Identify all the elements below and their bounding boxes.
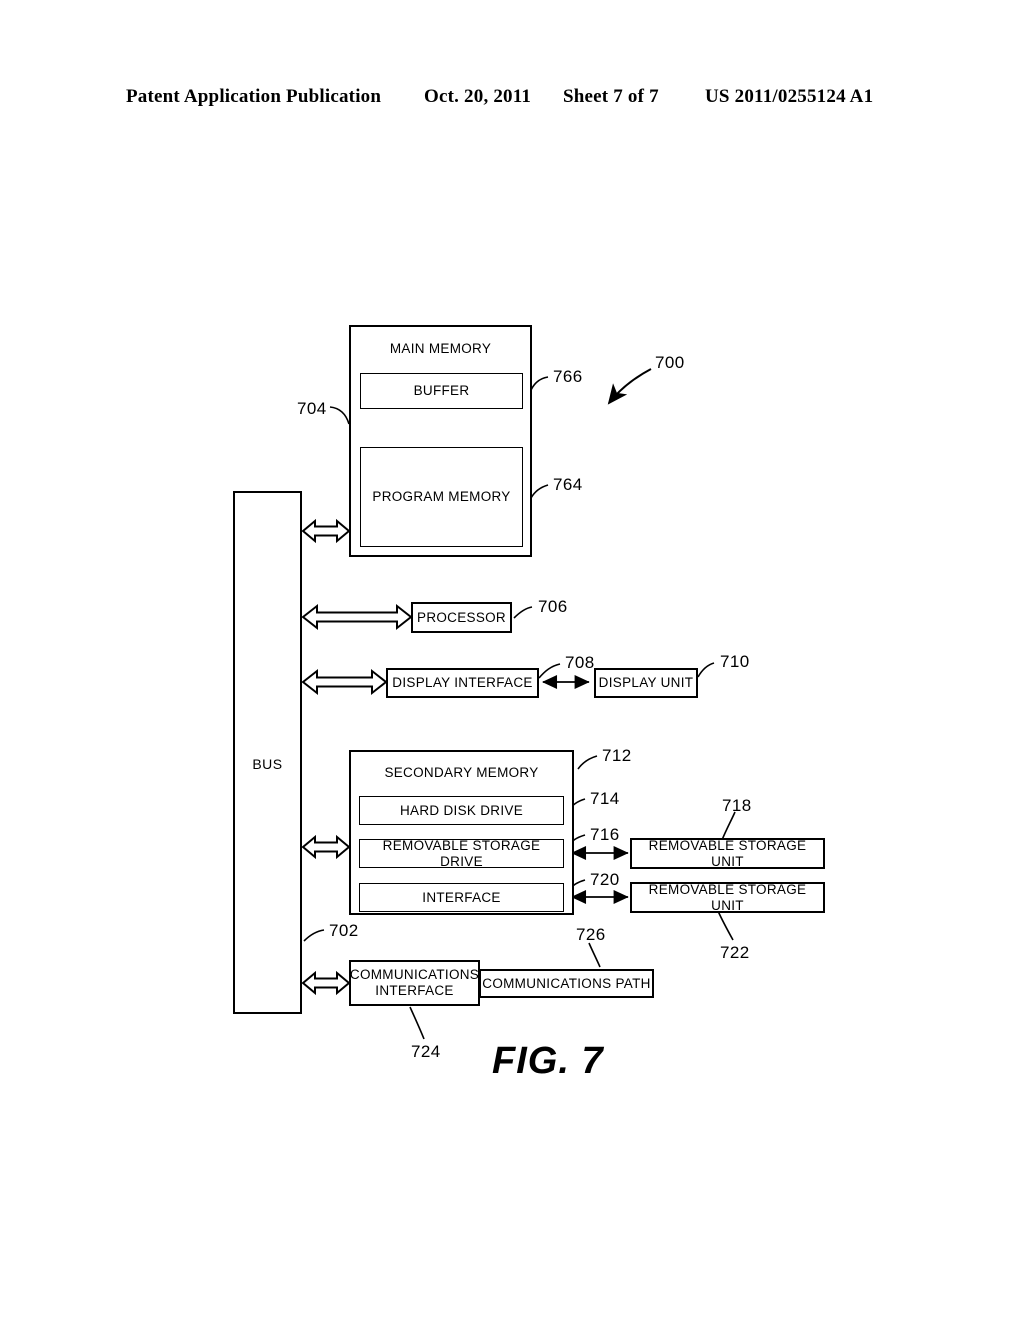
hard-disk-drive-label: HARD DISK DRIVE (399, 802, 524, 818)
program-memory-label: PROGRAM MEMORY (372, 489, 511, 505)
leader-724 (409, 1006, 425, 1040)
ref-722: 722 (720, 943, 750, 962)
processor-block: PROCESSOR (411, 602, 512, 633)
leader-702 (303, 929, 325, 942)
leader-712 (577, 755, 598, 770)
ref-700: 700 (655, 353, 685, 372)
removable-storage-unit-1-label: REMOVABLE STORAGE UNIT (648, 837, 807, 869)
communications-interface-block: COMMUNICATIONS INTERFACE (349, 960, 480, 1006)
patent-figure-7: BUS MAIN MEMORY BUFFER PROGRAM MEMORY PR… (0, 0, 1024, 1320)
figure-connectors (301, 368, 736, 1040)
arrow-bus-processor (301, 603, 413, 631)
leader-722 (717, 910, 734, 941)
leader-710 (697, 662, 715, 678)
communications-path-label: COMMUNICATIONS PATH (482, 975, 651, 991)
ref-708: 708 (565, 653, 595, 672)
ref-718: 718 (722, 796, 752, 815)
ref-724: 724 (411, 1042, 441, 1061)
leader-766 (530, 376, 549, 391)
display-interface-label: DISPLAY INTERFACE (392, 675, 533, 691)
leader-706 (513, 606, 533, 619)
processor-label: PROCESSOR (417, 609, 506, 625)
ref-726: 726 (576, 925, 606, 944)
communications-interface-label-line2: INTERFACE (375, 983, 454, 998)
figure-caption: FIG. 7 (492, 1040, 604, 1082)
bus-label: BUS (252, 756, 283, 772)
buffer-block: BUFFER (360, 373, 523, 409)
interface-label: INTERFACE (422, 889, 501, 905)
bus-bar (233, 491, 302, 1014)
ref-706: 706 (538, 597, 568, 616)
ref-720: 720 (590, 870, 620, 889)
leader-718 (721, 811, 736, 841)
ref-710: 710 (720, 652, 750, 671)
leader-704 (329, 406, 350, 425)
communications-interface-label-line1: COMMUNICATIONS (349, 967, 480, 983)
ref-712: 712 (602, 746, 632, 765)
display-unit-block: DISPLAY UNIT (594, 668, 698, 698)
ref-766: 766 (553, 367, 583, 386)
display-unit-label: DISPLAY UNIT (598, 675, 694, 691)
arrow-bus-main-memory (301, 518, 351, 544)
ref-714: 714 (590, 789, 620, 808)
removable-storage-unit-2-label: REMOVABLE STORAGE UNIT (648, 881, 807, 913)
ref-704: 704 (297, 399, 327, 418)
leader-764 (530, 484, 549, 499)
main-memory-label: MAIN MEMORY (389, 341, 492, 356)
program-memory-block: PROGRAM MEMORY (360, 447, 523, 547)
arrow-bus-communications-interface (301, 970, 351, 996)
removable-storage-unit-1-block: REMOVABLE STORAGE UNIT (630, 838, 825, 869)
ref-716: 716 (590, 825, 620, 844)
interface-block: INTERFACE (359, 883, 564, 912)
arrow-bus-display-interface (301, 668, 388, 696)
arrow-bus-secondary-memory (301, 834, 351, 860)
system-ref-arrow (607, 368, 652, 405)
display-interface-block: DISPLAY INTERFACE (386, 668, 539, 698)
leader-708 (538, 663, 561, 679)
ref-702: 702 (329, 921, 359, 940)
leader-726 (588, 942, 601, 968)
removable-storage-unit-2-block: REMOVABLE STORAGE UNIT (630, 882, 825, 913)
ref-764: 764 (553, 475, 583, 494)
removable-storage-drive-label: REMOVABLE STORAGE DRIVE (382, 837, 541, 869)
communications-path-block: COMMUNICATIONS PATH (479, 969, 654, 998)
secondary-memory-label: SECONDARY MEMORY (384, 765, 539, 780)
hard-disk-drive-block: HARD DISK DRIVE (359, 796, 564, 825)
removable-storage-drive-block: REMOVABLE STORAGE DRIVE (359, 837, 564, 869)
buffer-label: BUFFER (413, 383, 470, 399)
